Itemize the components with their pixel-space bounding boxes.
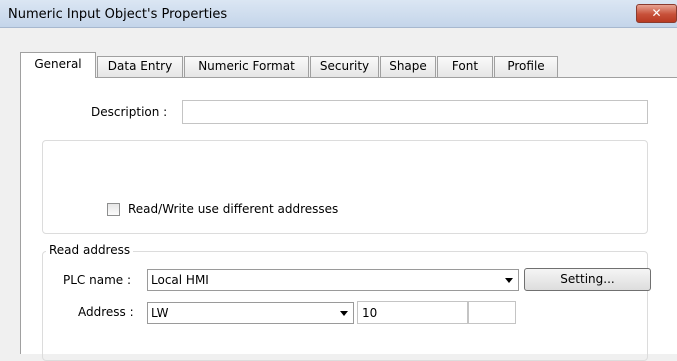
rw-different-checkbox[interactable] [107,203,120,216]
tab-font[interactable]: Font [437,56,493,77]
plc-name-value: Local HMI [151,273,209,287]
close-button[interactable]: ✕ [636,4,677,23]
description-label: Description : [91,105,168,119]
address-extra-input[interactable] [468,301,516,324]
read-address-group: Read address PLC name : Local HMI Settin… [42,243,651,361]
plc-name-label: PLC name : [63,273,132,287]
tab-general[interactable]: General [20,52,96,78]
general-panel: Description : Read/Write use different a… [20,77,677,361]
address-type-value: LW [151,306,169,320]
tab-numeric-format[interactable]: Numeric Format [184,56,309,77]
address-label: Address : [78,305,134,319]
address-options-group: Read/Write use different addresses [42,140,648,234]
title-bar: Numeric Input Object's Properties ✕ [0,0,677,28]
tab-shape[interactable]: Shape [380,56,436,77]
chevron-down-icon [340,311,348,316]
window-title: Numeric Input Object's Properties [8,7,228,22]
plc-name-select[interactable]: Local HMI [147,269,519,291]
tab-data-entry[interactable]: Data Entry [97,56,183,77]
tab-profile[interactable]: Profile [494,56,558,77]
chevron-down-icon [505,278,513,283]
description-input[interactable] [182,100,648,124]
read-address-legend: Read address [46,243,134,257]
rw-different-label[interactable]: Read/Write use different addresses [128,202,338,216]
close-icon: ✕ [651,6,662,20]
setting-button[interactable]: Setting... [524,268,651,291]
address-input[interactable] [357,301,468,324]
address-type-select[interactable]: LW [147,302,354,324]
tab-security[interactable]: Security [310,56,379,77]
